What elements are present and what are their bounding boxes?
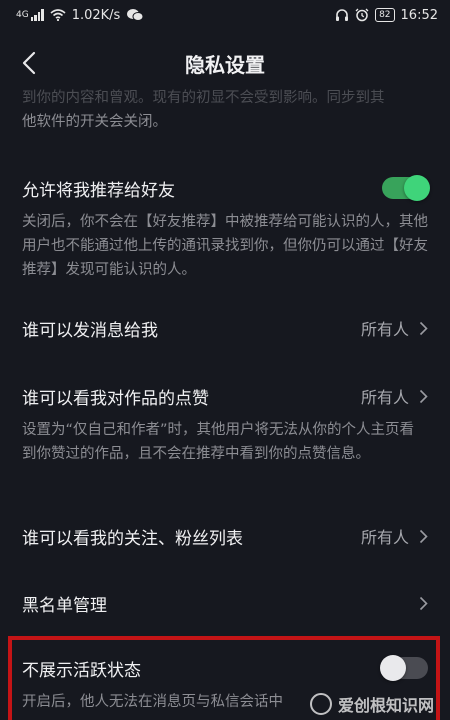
setting-blacklist[interactable]: 黑名单管理: [0, 583, 450, 623]
chevron-right-icon: [419, 529, 428, 543]
signal-icon: [30, 9, 44, 21]
setting-value: 所有人: [361, 316, 428, 340]
status-right: 82 16:52: [335, 8, 438, 23]
recommend-toggle[interactable]: [382, 175, 430, 201]
chevron-right-icon: [419, 389, 428, 403]
clock: 16:52: [400, 7, 438, 23]
back-button[interactable]: [14, 48, 44, 78]
settings-list[interactable]: 到你的内容和曾观。现有的初显不会受到影响。同步到其 他软件的开关会关闭。 允许将…: [0, 86, 450, 720]
setting-value-text: 所有人: [360, 320, 409, 339]
setting-who-can-see-likes[interactable]: 谁可以看我对作品的点赞 所有人 设置为“仅自己和作者”时，其他用户将无法从你的个…: [0, 376, 450, 466]
setting-who-can-see-follow-list[interactable]: 谁可以看我的关注、粉丝列表 所有人: [0, 516, 450, 556]
chevron-left-icon: [22, 51, 36, 75]
setting-value-text: 所有人: [360, 528, 409, 547]
setting-description: 设置为“仅自己和作者”时，其他用户将无法从你的个人主页看到你赞过的作品，且不会在…: [22, 422, 415, 462]
wifi-icon: [50, 9, 66, 21]
setting-label: 允许将我推荐给好友: [22, 180, 175, 201]
alarm-icon: [355, 8, 369, 22]
watermark: 爱创根知识网: [309, 692, 434, 716]
setting-label: 谁可以看我的关注、粉丝列表: [22, 528, 243, 549]
setting-value: 所有人: [361, 524, 428, 548]
network-speed: 1.02K/s: [71, 7, 121, 23]
status-bar: 4G 1.02K/s 82 16:52: [0, 0, 450, 30]
header: 隐私设置: [0, 32, 450, 94]
watermark-text: 爱创根知识网: [337, 696, 434, 715]
previous-description: 到你的内容和曾观。现有的初显不会受到影响。同步到其 他软件的开关会关闭。: [22, 86, 432, 134]
previous-description-line2: 他软件的开关会关闭。: [22, 114, 167, 130]
setting-value: 所有人: [361, 384, 428, 408]
page-title: 隐私设置: [185, 52, 265, 77]
previous-description-line1: 到你的内容和曾观。现有的初显不会受到影响。同步到其: [22, 90, 385, 106]
setting-description: 关闭后，你不会在【好友推荐】中被推荐给可能认识的人，其他用户也不能通过他上传的通…: [22, 214, 428, 278]
toggle-knob: [404, 175, 430, 201]
setting-value: [419, 596, 428, 611]
watermark-logo-icon: [309, 693, 332, 715]
setting-recommend-to-friends: 允许将我推荐给好友 关闭后，你不会在【好友推荐】中被推荐给可能认识的人，其他用户…: [0, 168, 450, 282]
headphone-icon: [336, 9, 349, 21]
wechat-icon: [127, 9, 144, 21]
battery-icon: 82: [375, 8, 395, 22]
network-type: 4G: [16, 10, 29, 20]
chevron-right-icon: [419, 596, 428, 610]
setting-label: 谁可以发消息给我: [22, 320, 158, 341]
status-left: 4G 1.02K/s: [16, 8, 144, 23]
setting-who-can-message[interactable]: 谁可以发消息给我 所有人: [0, 308, 450, 348]
chevron-right-icon: [419, 321, 428, 335]
active-status-toggle[interactable]: [380, 655, 428, 681]
setting-label: 黑名单管理: [22, 595, 107, 616]
toggle-knob: [380, 655, 406, 681]
setting-label: 不展示活跃状态: [22, 660, 141, 681]
setting-value-text: 所有人: [360, 388, 409, 407]
setting-label: 谁可以看我对作品的点赞: [22, 388, 209, 409]
